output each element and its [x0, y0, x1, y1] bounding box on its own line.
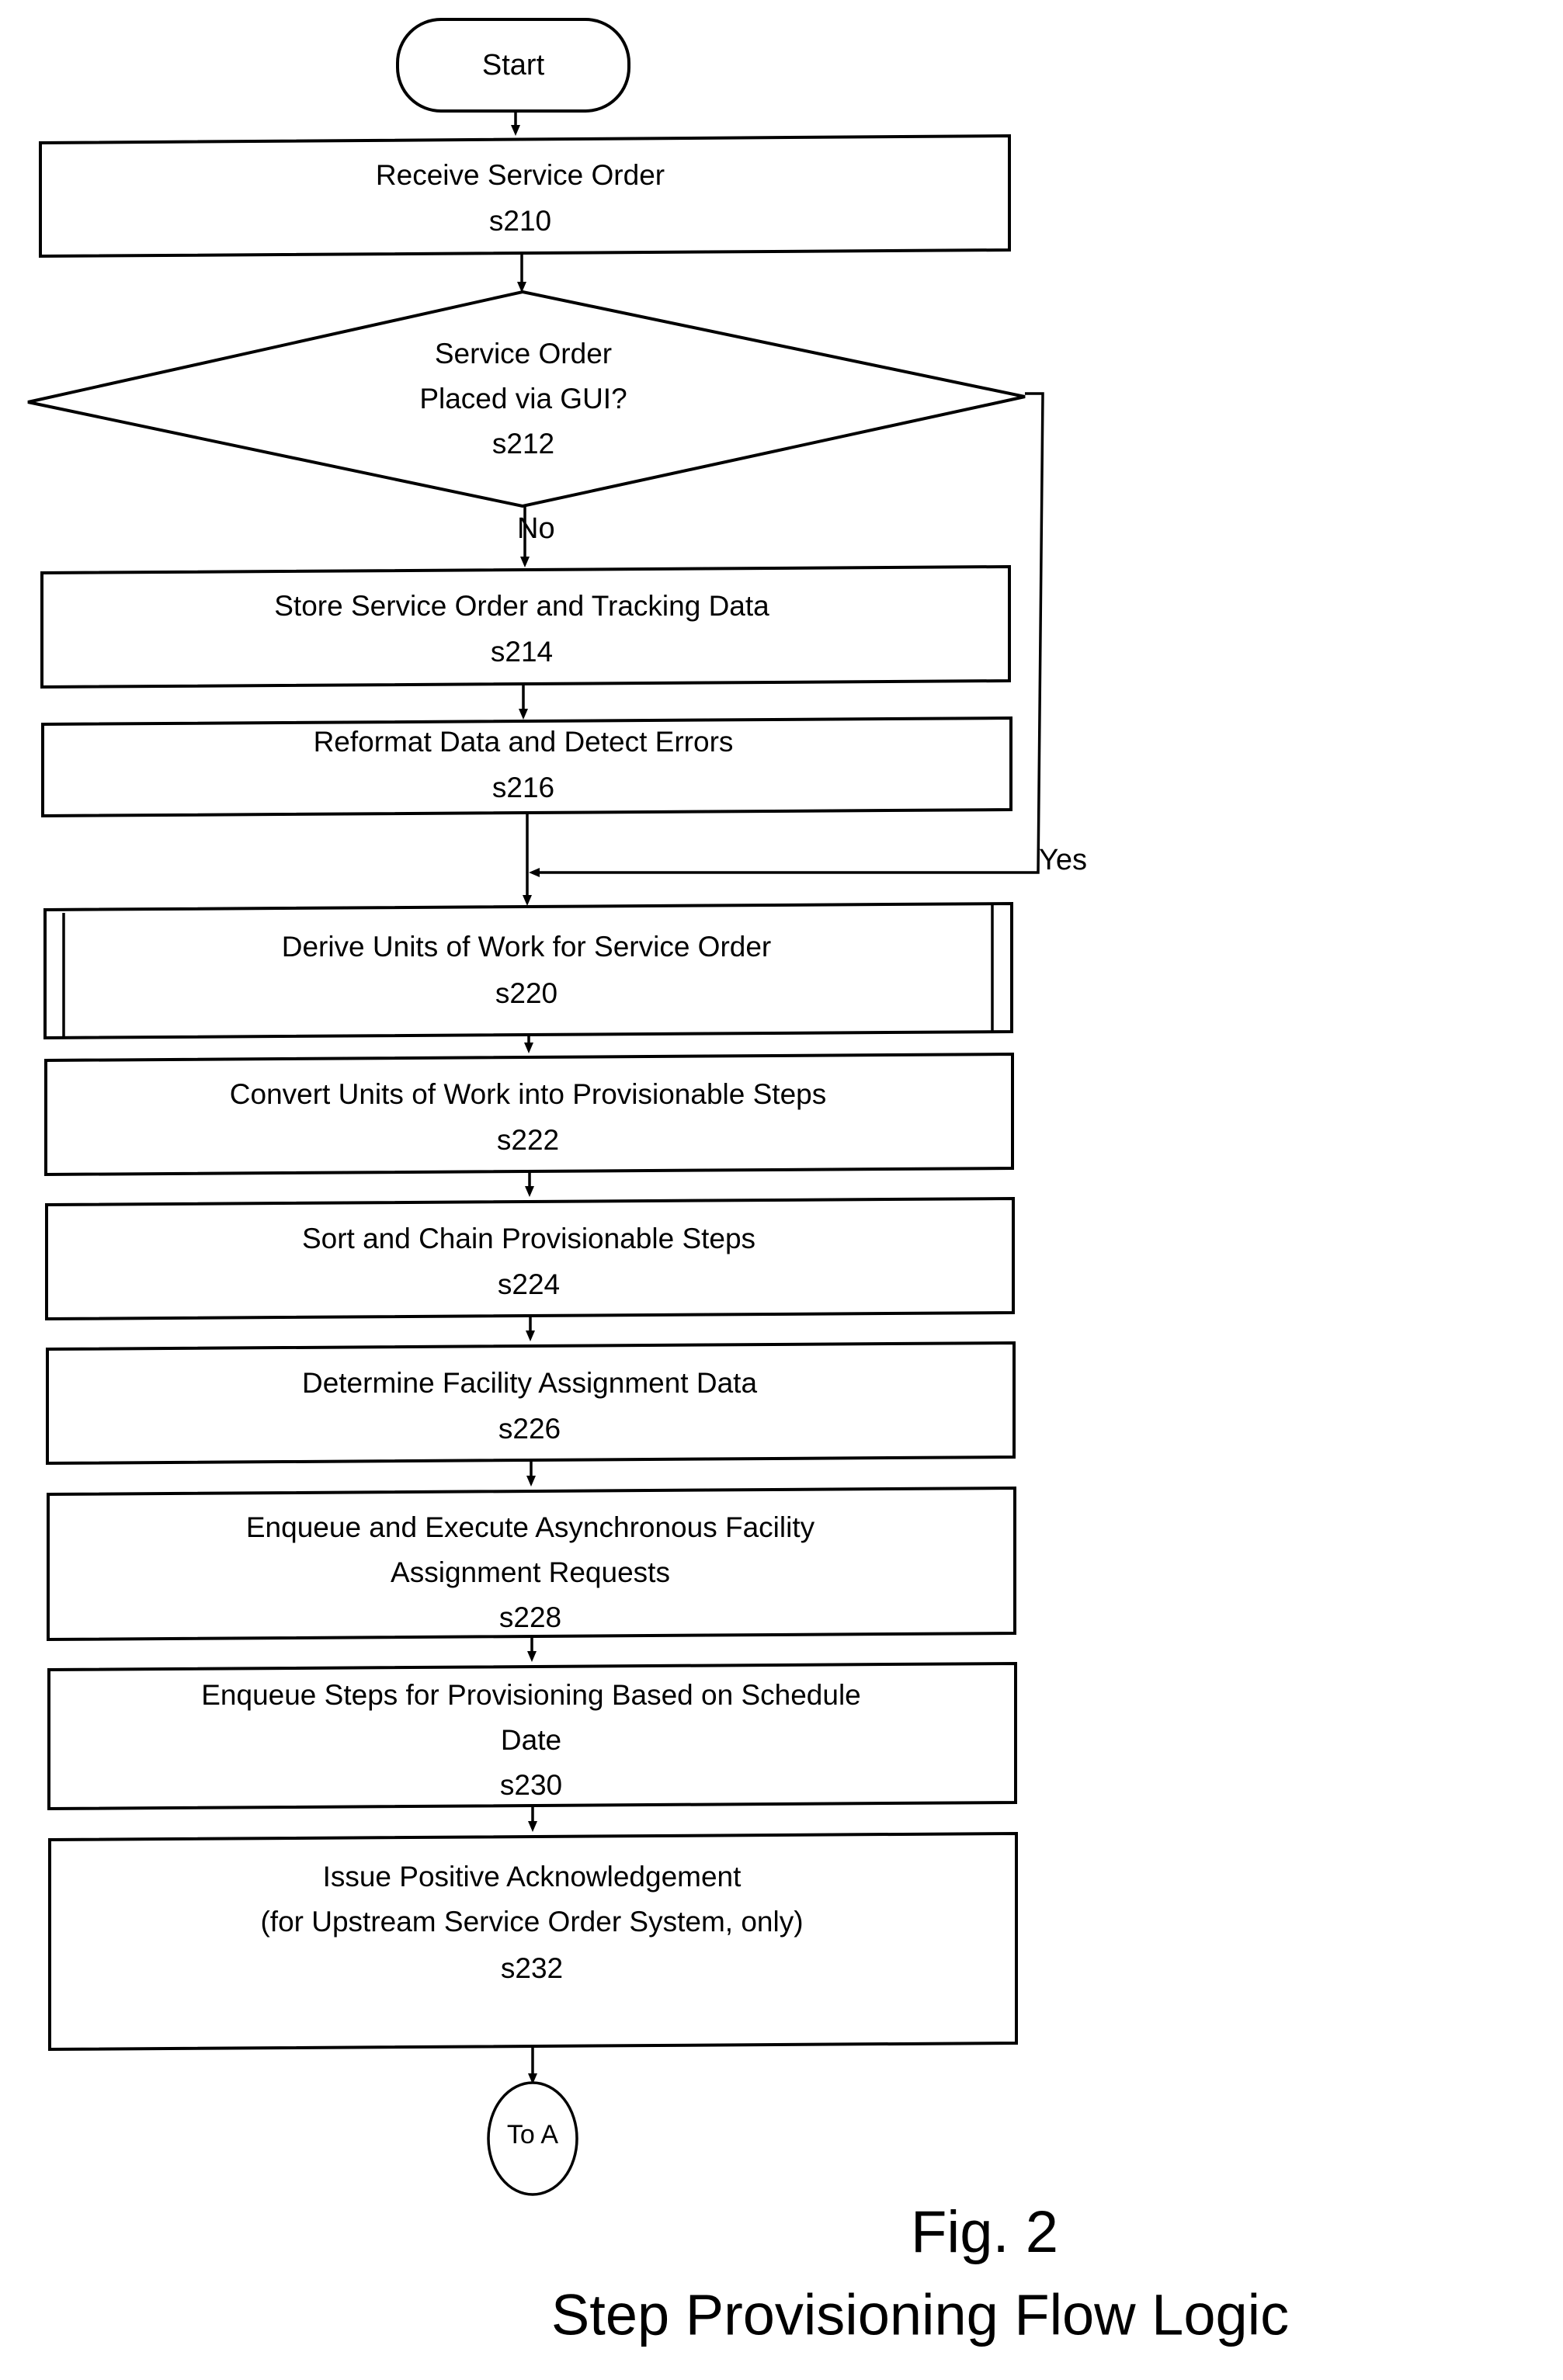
- node-s230[interactable]: Enqueue Steps for Provisioning Based on …: [47, 1661, 1017, 1811]
- flowchart-canvas: Start Receive Service Order s210 Service…: [27, 18, 1289, 2347]
- s228-label-line1: Enqueue and Execute Asynchronous Facilit…: [246, 1511, 815, 1543]
- start-label: Start: [482, 49, 545, 82]
- node-s224[interactable]: Sort and Chain Provisionable Steps s224: [45, 1196, 1015, 1321]
- branch-label-no: No: [517, 512, 555, 545]
- s232-label-line1: Issue Positive Acknowledgement: [323, 1861, 742, 1893]
- s210-box-shape: [39, 134, 1011, 258]
- s230-step: s230: [500, 1769, 562, 1801]
- to-a-label: To A: [507, 2120, 558, 2149]
- s214-step: s214: [491, 636, 553, 668]
- s214-box-shape: [40, 564, 1011, 689]
- s224-box-shape: [45, 1196, 1015, 1321]
- figure-number: Fig. 2: [911, 2199, 1058, 2265]
- s214-label: Store Service Order and Tracking Data: [274, 590, 769, 622]
- node-s216[interactable]: Reformat Data and Detect Errors s216: [41, 716, 1012, 818]
- s220-label: Derive Units of Work for Service Order: [282, 931, 772, 963]
- s232-step: s232: [501, 1952, 563, 1984]
- node-s214[interactable]: Store Service Order and Tracking Data s2…: [40, 564, 1011, 689]
- figure-page: Start Receive Service Order s210 Service…: [0, 0, 1563, 2380]
- node-to-a[interactable]: To A: [487, 2081, 578, 2196]
- s228-label-line2: Assignment Requests: [391, 1556, 670, 1588]
- s226-box-shape: [46, 1341, 1016, 1466]
- s232-label-line2: (for Upstream Service Order System, only…: [260, 1906, 803, 1938]
- s220-box-shape: [43, 901, 1013, 1040]
- figure-title: Step Provisioning Flow Logic: [551, 2283, 1289, 2347]
- node-s212[interactable]: Service Order Placed via GUI? s212: [27, 290, 1026, 508]
- branch-label-yes: Yes: [1039, 844, 1087, 876]
- s216-label: Reformat Data and Detect Errors: [314, 726, 734, 758]
- s226-step: s226: [498, 1413, 561, 1445]
- s212-label-line1: Service Order: [435, 338, 612, 369]
- node-s226[interactable]: Determine Facility Assignment Data s226: [46, 1341, 1016, 1466]
- node-s210[interactable]: Receive Service Order s210: [39, 134, 1011, 258]
- node-s232[interactable]: Issue Positive Acknowledgement (for Upst…: [48, 1831, 1018, 2052]
- s222-box-shape: [44, 1052, 1014, 1177]
- s228-step: s228: [499, 1601, 561, 1633]
- s230-label-line1: Enqueue Steps for Provisioning Based on …: [201, 1679, 861, 1711]
- s224-step: s224: [498, 1268, 560, 1300]
- s210-label: Receive Service Order: [376, 159, 665, 191]
- node-s228[interactable]: Enqueue and Execute Asynchronous Facilit…: [47, 1486, 1016, 1642]
- s210-step: s210: [489, 205, 551, 237]
- node-start[interactable]: Start: [396, 18, 630, 113]
- s226-label: Determine Facility Assignment Data: [302, 1367, 757, 1399]
- s230-label-line2: Date: [501, 1724, 561, 1756]
- s216-step: s216: [492, 772, 554, 803]
- s212-label-line2: Placed via GUI?: [419, 383, 627, 415]
- s212-step: s212: [492, 428, 554, 460]
- s222-label: Convert Units of Work into Provisionable…: [230, 1078, 826, 1110]
- node-s220[interactable]: Derive Units of Work for Service Order s…: [43, 901, 1013, 1040]
- s224-label: Sort and Chain Provisionable Steps: [302, 1223, 755, 1254]
- node-s222[interactable]: Convert Units of Work into Provisionable…: [44, 1052, 1014, 1177]
- s220-step: s220: [495, 977, 557, 1009]
- s222-step: s222: [497, 1124, 559, 1156]
